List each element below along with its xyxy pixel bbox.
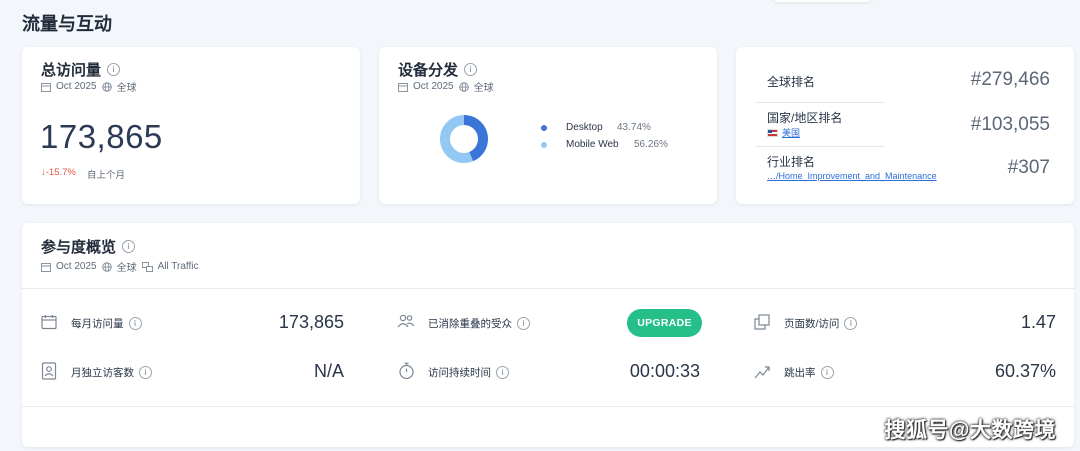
monthly-visits-label: 每月访问量 i (71, 316, 142, 331)
engagement-traffic: All Traffic (157, 261, 199, 272)
legend-dot-desktop (541, 124, 547, 131)
total-visits-title-text: 总访问量 (41, 62, 102, 79)
device-distribution-region: 全球 (473, 83, 494, 94)
legend-value-desktop: 43.74% (617, 122, 651, 133)
engagement-region: 全球 (116, 263, 137, 274)
legend-value-mobile: 56.26% (634, 139, 668, 150)
device-distribution-date: Oct 2025 (413, 81, 454, 92)
calendar-icon (398, 82, 408, 92)
engagement-title: 参与度概览 i (41, 236, 136, 257)
visit-duration-label-text: 访问持续时间 (428, 367, 491, 379)
pages-per-visit-label: 页面数/访问 i (784, 316, 858, 331)
total-visits-meta: Oct 2025 全球 (41, 79, 137, 94)
section-title: 流量与互动 (22, 14, 112, 34)
top-floating-tab (772, 0, 872, 2)
visit-duration-label: 访问持续时间 i (428, 365, 509, 380)
unique-visitors-label: 月独立访客数 i (71, 365, 152, 380)
info-icon[interactable]: i (517, 317, 530, 330)
legend-dot-mobile (541, 141, 547, 148)
legend-label-desktop: Desktop (566, 122, 603, 133)
calendar-icon (41, 82, 51, 92)
calendar-icon (41, 315, 57, 330)
dedup-audience-label: 已消除重叠的受众 i (428, 316, 530, 331)
globe-icon (101, 81, 112, 92)
monthly-visits-label-text: 每月访问量 (71, 318, 124, 330)
legend-item-desktop: Desktop (541, 122, 603, 133)
total-visits-region: 全球 (116, 83, 137, 94)
global-rank-label: 全球排名 (767, 75, 816, 89)
watermark: 搜狐号@大数跨境 (884, 419, 1056, 442)
info-icon[interactable]: i (844, 317, 858, 330)
industry-rank-value: #307 (1007, 157, 1050, 178)
pages-per-visit-label-text: 页面数/访问 (784, 318, 840, 330)
us-flag-icon (767, 128, 778, 137)
calendar-icon (41, 262, 51, 272)
engagement-divider (22, 288, 1074, 289)
visit-duration-value: 00:00:33 (629, 361, 700, 381)
rank-divider (755, 146, 885, 147)
engagement-title-text: 参与度概览 (41, 239, 117, 256)
pages-icon (754, 314, 770, 330)
industry-rank-link[interactable]: …/Home_Improvement_and_Maintenance (767, 171, 937, 181)
pages-per-visit-value: 1.47 (1020, 312, 1056, 332)
rank-divider (755, 102, 885, 103)
country-rank-link[interactable]: 美国 (767, 126, 800, 139)
engagement-divider (22, 406, 1074, 407)
country-rank-country[interactable]: 美国 (782, 126, 800, 139)
engagement-meta: Oct 2025 全球 All Traffic (41, 259, 199, 274)
monthly-visits-value: 173,865 (278, 312, 344, 332)
device-distribution-meta: Oct 2025 全球 (398, 79, 494, 94)
upgrade-button[interactable]: UPGRADE (627, 309, 702, 337)
globe-icon (101, 261, 112, 272)
total-visits-date: Oct 2025 (56, 81, 97, 92)
legend-label-mobile: Mobile Web (566, 139, 619, 150)
info-icon[interactable]: i (128, 317, 142, 330)
id-card-icon (41, 362, 57, 380)
total-visits-value: 173,865 (40, 118, 163, 155)
bounce-rate-label: 跳出率 i (784, 365, 834, 380)
trend-icon (754, 366, 770, 379)
info-icon[interactable]: i (464, 63, 478, 76)
info-icon[interactable]: i (107, 63, 121, 76)
info-icon[interactable]: i (820, 366, 834, 379)
total-visits-change-note: 自上个月 (87, 170, 126, 181)
bounce-rate-value: 60.37% (994, 361, 1056, 381)
unique-visitors-label-text: 月独立访客数 (71, 367, 134, 379)
industry-rank-label: 行业排名 (767, 155, 816, 169)
country-rank-value: #103,055 (970, 114, 1050, 135)
dedup-audience-label-text: 已消除重叠的受众 (428, 318, 512, 330)
device-distribution-title-text: 设备分发 (398, 62, 459, 79)
total-visits-change: ↓-15.7% (41, 167, 76, 178)
legend-item-mobile: Mobile Web (541, 139, 619, 150)
device-donut-chart (440, 115, 488, 163)
global-rank-value: #279,466 (970, 69, 1050, 90)
country-rank-label: 国家/地区排名 (767, 111, 843, 125)
engagement-date: Oct 2025 (56, 261, 97, 272)
bounce-rate-label-text: 跳出率 (784, 367, 816, 379)
traffic-source-icon (141, 261, 153, 272)
info-icon[interactable]: i (496, 366, 509, 379)
unique-visitors-value: N/A (313, 361, 344, 381)
globe-icon (458, 81, 469, 92)
total-visits-title: 总访问量 i (41, 59, 121, 80)
info-icon[interactable]: i (122, 240, 136, 253)
info-icon[interactable]: i (139, 366, 152, 379)
device-distribution-title: 设备分发 i (398, 59, 478, 80)
users-icon (397, 314, 415, 328)
stopwatch-icon (399, 362, 414, 380)
